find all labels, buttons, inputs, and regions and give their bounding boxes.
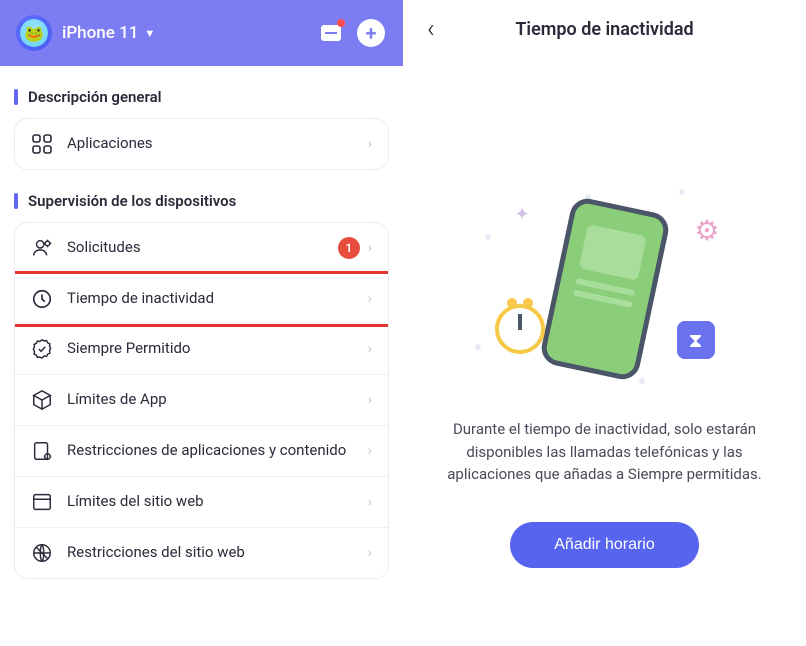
messages-button[interactable]	[315, 17, 347, 49]
chevron-right-icon: ›	[368, 291, 372, 307]
row-label: Solicitudes	[67, 238, 338, 258]
browser-window-icon	[31, 491, 53, 513]
shield-settings-icon	[31, 440, 53, 462]
row-apps[interactable]: Aplicaciones ›	[15, 119, 388, 169]
requests-icon	[31, 237, 53, 259]
overview-card: Aplicaciones ›	[14, 118, 389, 170]
caret-down-icon: ▼	[144, 27, 155, 40]
supervision-card: Solicitudes 1 › Tiempo de inactividad › …	[14, 222, 389, 579]
chevron-right-icon: ›	[368, 136, 372, 152]
detail-description: Durante el tiempo de inactividad, solo e…	[427, 418, 782, 486]
detail-header: ‹ Tiempo de inactividad	[427, 0, 782, 54]
gear-icon: ⚙	[694, 214, 719, 247]
row-label: Límites del sitio web	[67, 492, 368, 512]
alarm-clock-icon	[495, 304, 545, 354]
profile-avatar[interactable]: 🐸	[16, 15, 52, 51]
row-always-allowed[interactable]: Siempre Permitido ›	[15, 324, 388, 375]
left-content: Descripción general Aplicaciones › Super…	[0, 66, 403, 646]
plus-icon: +	[357, 19, 385, 47]
row-label: Tiempo de inactividad	[67, 289, 368, 309]
right-panel: ‹ Tiempo de inactividad ✦ ⚙ ⧗ Durante el…	[403, 0, 806, 646]
message-icon	[321, 25, 341, 41]
row-label: Restricciones de aplicaciones y contenid…	[67, 441, 368, 461]
add-schedule-button[interactable]: Añadir horario	[510, 522, 699, 568]
app-header: 🐸 iPhone 11 ▼ +	[0, 0, 403, 66]
chevron-right-icon: ›	[368, 494, 372, 510]
apps-grid-icon	[31, 133, 53, 155]
left-panel: 🐸 iPhone 11 ▼ + Descripción general Apli…	[0, 0, 403, 646]
chevron-right-icon: ›	[368, 545, 372, 561]
row-requests[interactable]: Solicitudes 1 ›	[15, 223, 388, 274]
downtime-illustration: ✦ ⚙ ⧗	[465, 184, 745, 394]
device-name-label: iPhone 11	[62, 23, 138, 43]
globe-block-icon	[31, 542, 53, 564]
chevron-right-icon: ›	[368, 392, 372, 408]
sparkle-icon: ✦	[515, 204, 530, 225]
section-supervision-title: Supervisión de los dispositivos	[14, 192, 389, 210]
row-app-limits[interactable]: Límites de App ›	[15, 375, 388, 426]
clock-icon	[31, 288, 53, 310]
chevron-right-icon: ›	[368, 240, 372, 256]
row-label: Límites de App	[67, 390, 368, 410]
row-label: Siempre Permitido	[67, 339, 368, 359]
row-web-restrictions[interactable]: Restricciones del sitio web ›	[15, 528, 388, 578]
device-selector[interactable]: iPhone 11 ▼	[62, 23, 155, 43]
section-overview-title: Descripción general	[14, 88, 389, 106]
row-label: Restricciones del sitio web	[67, 543, 368, 563]
row-downtime[interactable]: Tiempo de inactividad ›	[14, 271, 389, 327]
row-web-limits[interactable]: Límites del sitio web ›	[15, 477, 388, 528]
add-button[interactable]: +	[355, 17, 387, 49]
chevron-right-icon: ›	[368, 341, 372, 357]
check-badge-icon	[31, 338, 53, 360]
requests-badge: 1	[338, 237, 360, 259]
notification-dot-icon	[337, 19, 345, 27]
hourglass-cube-icon	[31, 389, 53, 411]
chevron-right-icon: ›	[368, 443, 372, 459]
hourglass-icon: ⧗	[677, 321, 715, 359]
row-content-restrictions[interactable]: Restricciones de aplicaciones y contenid…	[15, 426, 388, 477]
detail-title: Tiempo de inactividad	[427, 19, 782, 40]
row-label: Aplicaciones	[67, 134, 368, 154]
